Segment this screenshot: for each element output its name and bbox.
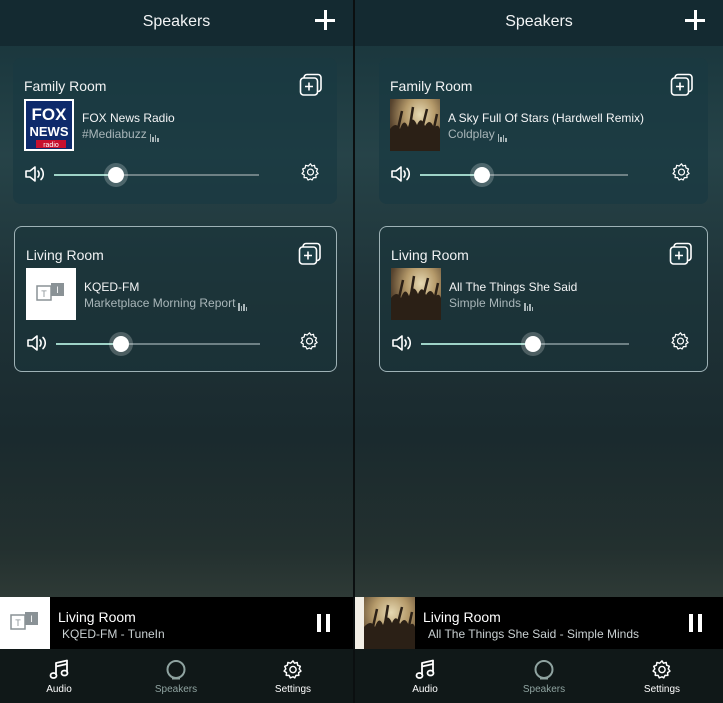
volume-icon[interactable]: [26, 334, 48, 352]
gear-icon: [652, 660, 671, 679]
bottom-tab-bar: Audio Speakers Settings: [0, 649, 353, 703]
group-speakers-icon[interactable]: [299, 73, 323, 97]
tunein-logo: TI: [26, 268, 76, 320]
volume-slider-thumb[interactable]: [107, 167, 124, 183]
gear-icon: [283, 660, 302, 679]
equalizer-icon: [497, 128, 508, 142]
volume-icon[interactable]: [391, 334, 413, 352]
speaker-ring-icon: [534, 660, 554, 680]
track-artist: Coldplay: [448, 127, 508, 142]
svg-text:T: T: [41, 289, 47, 299]
tab-label: Audio: [46, 684, 72, 695]
svg-text:I: I: [56, 285, 59, 295]
music-note-icon: [415, 659, 435, 679]
now-playing-bar[interactable]: Living Room All The Things She Said - Si…: [355, 597, 723, 649]
room-name: Living Room: [26, 247, 104, 263]
volume-icon[interactable]: [24, 165, 46, 183]
tunein-logo: TI: [0, 597, 50, 649]
now-playing-room: Living Room: [58, 609, 136, 625]
speakers-screen-left: Speakers Family Room FOX NEWS radio FOX Ne…: [0, 0, 353, 703]
pause-button[interactable]: [316, 614, 332, 632]
speaker-settings-gear-icon[interactable]: [299, 331, 320, 352]
volume-slider[interactable]: [54, 167, 259, 183]
speaker-card-family-room[interactable]: Family Room A Sky Full Of Stars (Hardwel…: [379, 58, 708, 204]
svg-text:FOX: FOX: [32, 105, 68, 124]
group-speakers-icon[interactable]: [670, 73, 694, 97]
concert-crowd-album-art: [355, 597, 415, 649]
concert-crowd-album-art: [391, 268, 441, 320]
bottom-tab-bar: Audio Speakers Settings: [355, 649, 723, 703]
music-note-icon: [49, 659, 69, 679]
track-title: All The Things She Said: [449, 280, 578, 294]
room-name: Family Room: [390, 78, 473, 94]
track-artist: #Mediabuzz: [82, 127, 160, 142]
room-name: Family Room: [24, 78, 107, 94]
header: Speakers: [355, 0, 723, 46]
tab-label: Speakers: [522, 684, 566, 695]
now-playing-subtitle: All The Things She Said - Simple Minds: [428, 627, 639, 641]
track-title: FOX News Radio: [82, 111, 175, 125]
volume-slider-thumb[interactable]: [525, 336, 542, 352]
tab-label: Speakers: [154, 684, 198, 695]
add-speaker-button[interactable]: [314, 9, 336, 31]
speaker-ring-icon: [166, 660, 186, 680]
speaker-settings-gear-icon[interactable]: [671, 162, 692, 183]
tab-label: Settings: [274, 684, 312, 695]
page-title: Speakers: [142, 13, 211, 30]
page-title: Speakers: [505, 13, 573, 30]
tab-speakers[interactable]: Speakers: [136, 649, 216, 703]
tab-settings[interactable]: Settings: [622, 649, 702, 703]
volume-icon[interactable]: [390, 165, 412, 183]
tab-label: Audio: [412, 684, 438, 695]
tab-audio[interactable]: Audio: [19, 649, 99, 703]
now-playing-subtitle: KQED-FM - TuneIn: [62, 627, 165, 641]
pause-button[interactable]: [688, 614, 704, 632]
speaker-card-family-room[interactable]: Family Room FOX NEWS radio FOX News Radio …: [13, 58, 337, 204]
volume-slider-thumb[interactable]: [474, 167, 491, 183]
track-artist: Marketplace Morning Report: [84, 296, 248, 311]
equalizer-icon: [524, 297, 534, 311]
svg-text:radio: radio: [43, 142, 59, 149]
svg-text:T: T: [15, 618, 21, 628]
tab-speakers[interactable]: Speakers: [504, 649, 584, 703]
speaker-card-living-room[interactable]: Living Room All The Things She Said Simp…: [379, 226, 708, 372]
now-playing-room: Living Room: [423, 609, 501, 625]
fox-news-radio-logo: FOX NEWS radio: [24, 99, 74, 151]
track-title: KQED-FM: [84, 280, 140, 294]
group-speakers-icon[interactable]: [298, 242, 322, 266]
track-title: A Sky Full Of Stars (Hardwell Remix): [448, 111, 645, 125]
track-artist: Simple Minds: [449, 296, 534, 311]
speaker-settings-gear-icon[interactable]: [670, 331, 691, 352]
tab-audio[interactable]: Audio: [385, 649, 465, 703]
svg-text:I: I: [30, 614, 33, 624]
header: Speakers: [0, 0, 353, 46]
equalizer-icon: [238, 297, 248, 311]
equalizer-icon: [149, 128, 160, 142]
tab-label: Settings: [643, 684, 681, 695]
room-name: Living Room: [391, 247, 469, 263]
volume-slider[interactable]: [421, 336, 629, 352]
now-playing-bar[interactable]: TI Living Room KQED-FM - TuneIn: [0, 597, 353, 649]
volume-slider[interactable]: [420, 167, 628, 183]
volume-slider[interactable]: [56, 336, 260, 352]
speakers-screen-right: Speakers Family Room A Sky Full Of Stars…: [355, 0, 723, 703]
concert-crowd-album-art: [390, 99, 440, 151]
add-speaker-button[interactable]: [684, 9, 706, 31]
speaker-card-living-room[interactable]: Living Room TI KQED-FM Marketplace Morni…: [14, 226, 337, 372]
svg-text:NEWS: NEWS: [30, 124, 69, 139]
group-speakers-icon[interactable]: [669, 242, 693, 266]
tab-settings[interactable]: Settings: [253, 649, 333, 703]
volume-slider-thumb[interactable]: [113, 336, 130, 352]
speaker-settings-gear-icon[interactable]: [300, 162, 321, 183]
